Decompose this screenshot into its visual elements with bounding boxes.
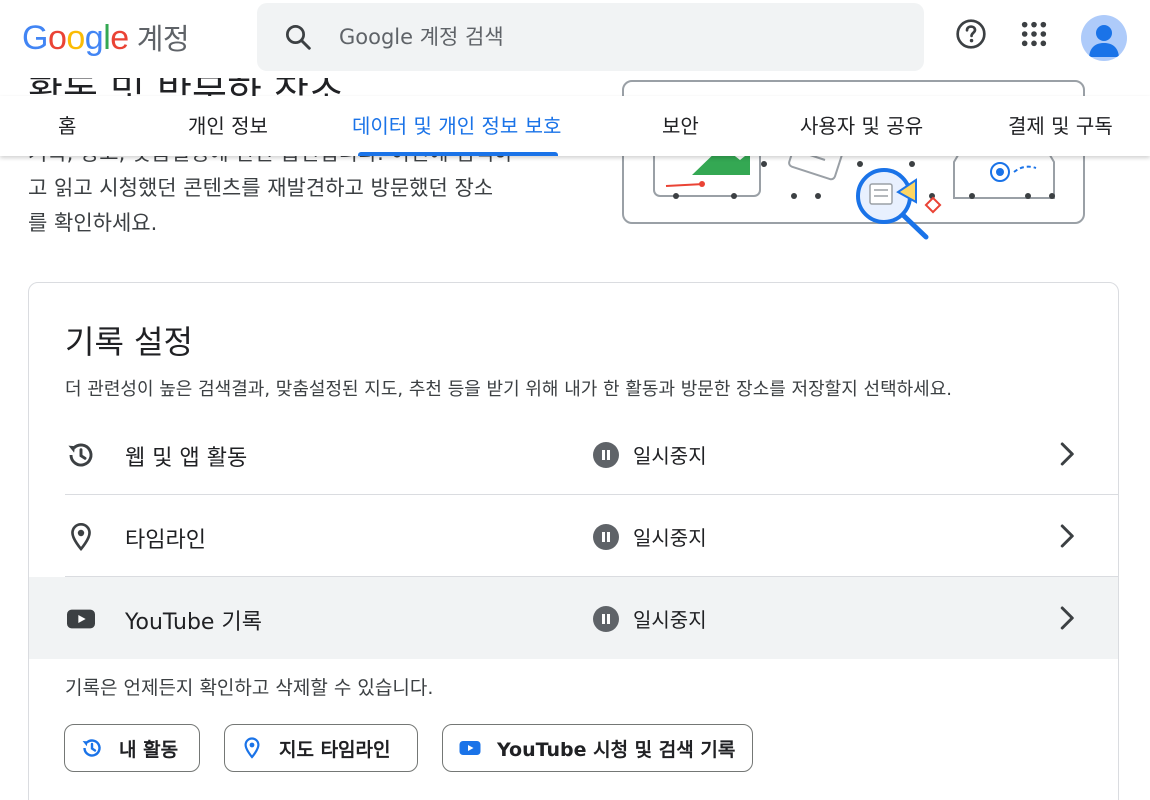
location-pin-icon <box>239 735 265 761</box>
logo-letter: o <box>47 19 67 57</box>
main-navigation-tabs: 홈 개인 정보 데이터 및 개인 정보 보호 보안 사용자 및 공유 결제 및 … <box>0 96 1150 156</box>
account-avatar[interactable] <box>1081 15 1127 61</box>
person-icon <box>1089 25 1119 57</box>
youtube-icon <box>65 603 97 635</box>
history-settings-card: 기록 설정 더 관련성이 높은 검색결과, 맞춤설정된 지도, 추천 등을 받기… <box>28 282 1119 800</box>
setting-row-web-app-activity[interactable]: 웹 및 앱 활동 일시중지 <box>29 413 1118 495</box>
card-title: 기록 설정 <box>65 323 193 361</box>
active-tab-indicator <box>358 152 558 156</box>
page-description-line: 를 확인하세요. <box>28 211 158 235</box>
youtube-history-button[interactable]: YouTube 시청 및 검색 기록 <box>442 724 753 772</box>
location-pin-icon <box>65 521 97 553</box>
logo-suffix: 계정 <box>136 22 190 56</box>
logo-letter: G <box>22 19 48 57</box>
page-description-line: 고 읽고 시청했던 콘텐츠를 재발견하고 방문했던 장소 <box>28 176 494 200</box>
search-icon <box>286 25 311 50</box>
my-activity-button[interactable]: 내 활동 <box>64 724 200 772</box>
tab-personal-info[interactable]: 개인 정보 <box>188 110 268 139</box>
apps-grid-icon[interactable] <box>1018 18 1050 50</box>
chip-label: YouTube 시청 및 검색 기록 <box>497 738 736 761</box>
logo-letter: g <box>84 19 104 57</box>
logo-letter: e <box>110 19 129 57</box>
card-description: 더 관련성이 높은 검색결과, 맞춤설정된 지도, 추천 등을 받기 위해 내가… <box>65 379 953 400</box>
tab-security[interactable]: 보안 <box>662 110 699 139</box>
chip-label: 지도 타임라인 <box>279 738 391 761</box>
pause-icon <box>593 442 619 468</box>
setting-row-label: YouTube 기록 <box>125 610 262 635</box>
history-icon <box>65 439 97 471</box>
tab-home[interactable]: 홈 <box>58 110 76 139</box>
history-footer-text: 기록은 언제든지 확인하고 삭제할 수 있습니다. <box>65 677 434 699</box>
chevron-right-icon <box>1060 442 1074 466</box>
youtube-icon <box>457 735 483 761</box>
chip-label: 내 활동 <box>119 738 179 761</box>
chevron-right-icon <box>1060 606 1074 630</box>
maps-timeline-button[interactable]: 지도 타임라인 <box>224 724 418 772</box>
google-account-logo[interactable]: Google 계정 <box>22 16 190 58</box>
tab-people-sharing[interactable]: 사용자 및 공유 <box>800 110 923 139</box>
setting-row-youtube-history[interactable]: YouTube 기록 일시중지 <box>29 577 1118 659</box>
setting-row-label: 웹 및 앱 활동 <box>125 446 248 471</box>
tab-data-privacy[interactable]: 데이터 및 개인 정보 보호 <box>352 110 561 139</box>
help-icon[interactable] <box>955 18 987 50</box>
setting-row-label: 타임라인 <box>125 528 206 553</box>
setting-row-status: 일시중지 <box>633 608 707 632</box>
account-search-bar[interactable] <box>257 3 924 71</box>
logo-letter: o <box>66 19 85 57</box>
search-input[interactable] <box>339 25 879 49</box>
setting-row-timeline[interactable]: 타임라인 일시중지 <box>29 495 1118 577</box>
pause-icon <box>593 524 619 550</box>
top-app-bar: Google 계정 <box>0 0 1150 78</box>
chevron-right-icon <box>1060 524 1074 548</box>
setting-row-status: 일시중지 <box>633 526 707 550</box>
logo-letter: l <box>103 19 111 57</box>
pause-icon <box>593 606 619 632</box>
tab-payments-subscriptions[interactable]: 결제 및 구독 <box>1008 110 1113 139</box>
setting-row-status: 일시중지 <box>633 444 707 468</box>
history-icon <box>79 735 105 761</box>
